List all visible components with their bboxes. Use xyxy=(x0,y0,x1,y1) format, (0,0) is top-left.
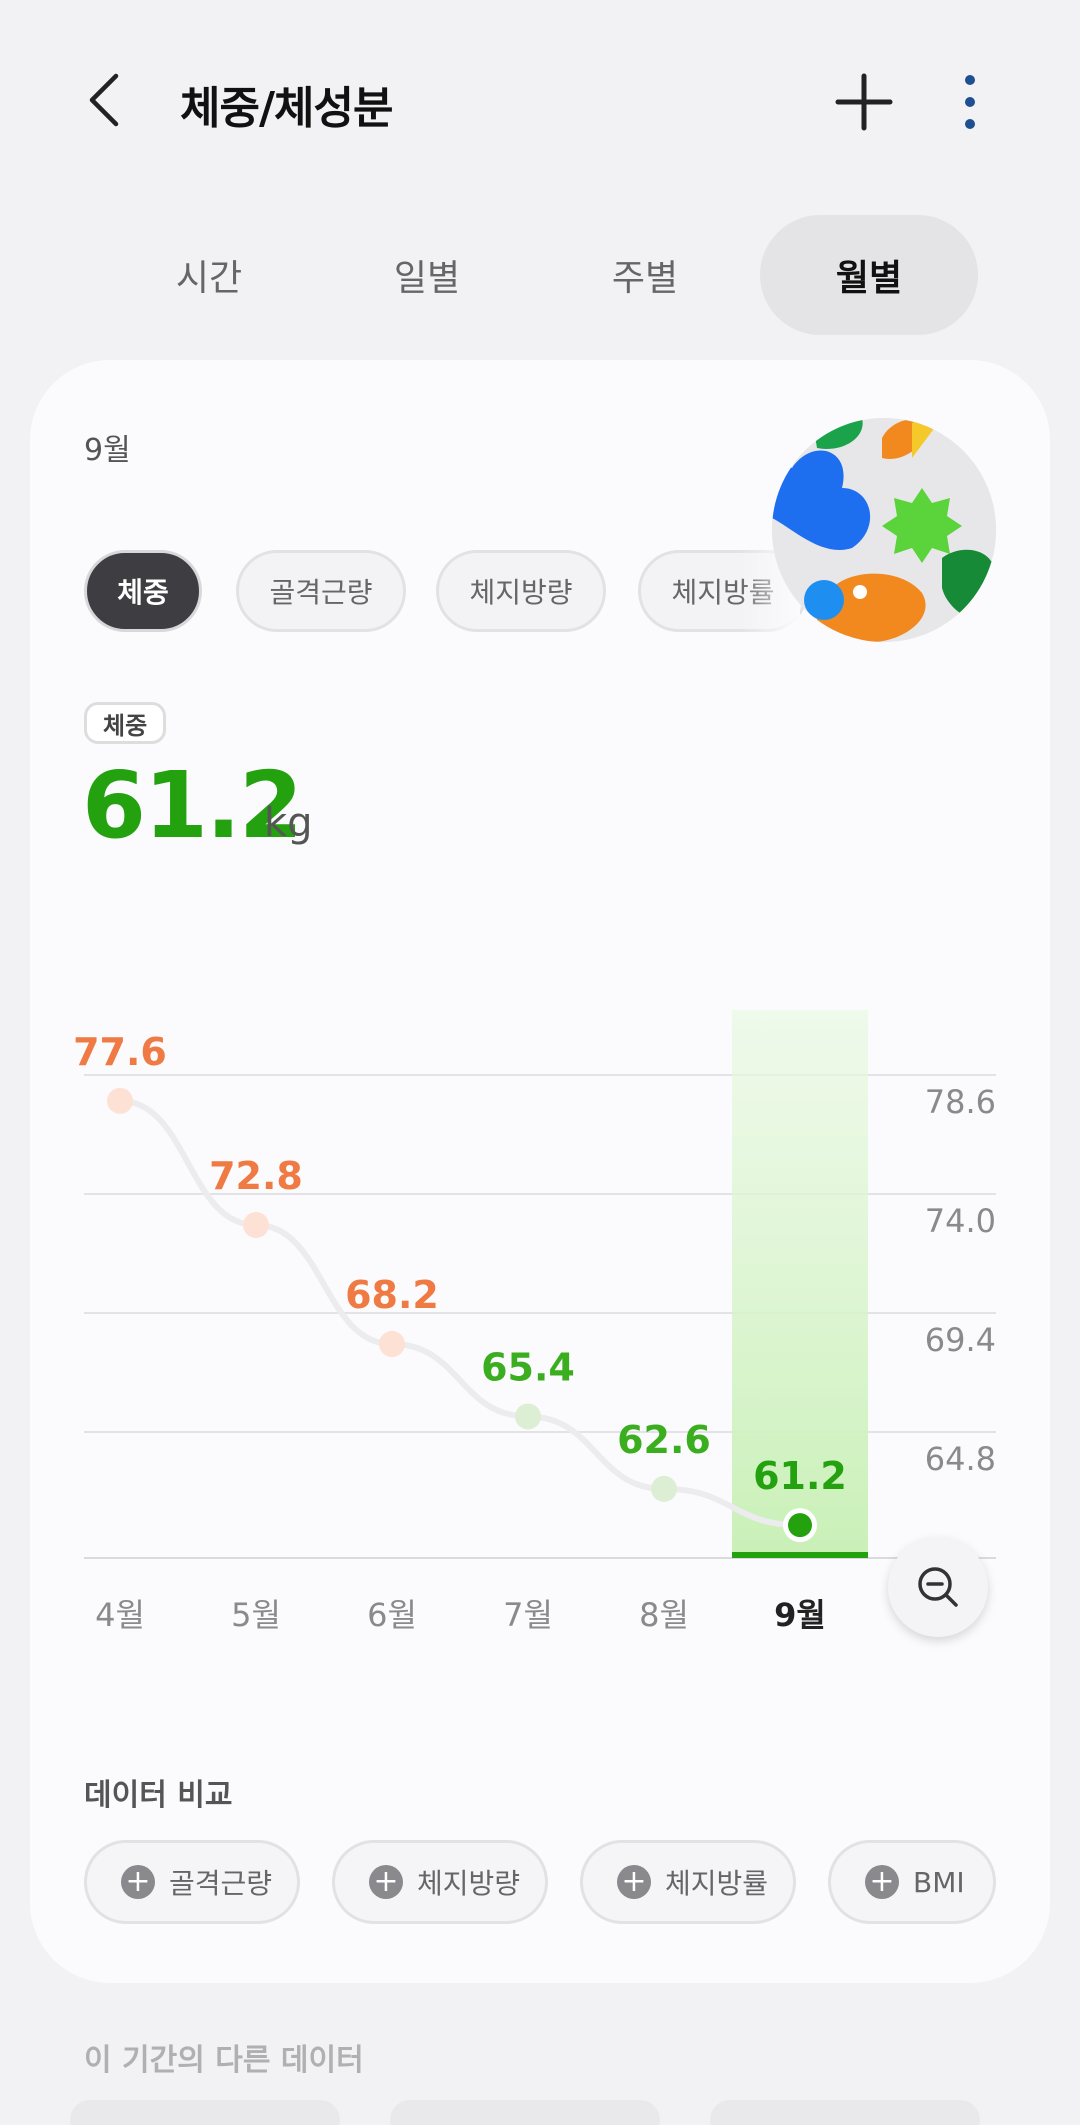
other-data-cards xyxy=(60,2100,1020,2125)
plus-circle-icon: + xyxy=(617,1865,651,1899)
metric-chips: 체중 골격근량 체지방량 체지방률 xyxy=(84,550,804,634)
more-vertical-icon[interactable] xyxy=(950,70,990,134)
compare-chip-skeletal-muscle[interactable]: + 골격근량 xyxy=(84,1840,300,1924)
plus-circle-icon: + xyxy=(121,1865,155,1899)
metric-badge: 체중 xyxy=(84,702,167,744)
page-title: 체중/체성분 xyxy=(180,83,393,134)
tab-daily[interactable]: 일별 xyxy=(318,215,536,335)
compare-chip-body-fat-mass[interactable]: + 체지방량 xyxy=(332,1840,548,1924)
compare-chip-label: 체지방량 xyxy=(417,1867,521,1900)
profile-avatar[interactable] xyxy=(772,418,996,642)
zoom-out-button[interactable] xyxy=(888,1537,988,1637)
other-data-section-title: 이 기간의 다른 데이터 xyxy=(84,2043,364,2078)
chevron-left-icon[interactable] xyxy=(78,70,138,130)
weight-unit: kg xyxy=(264,800,313,846)
plus-circle-icon: + xyxy=(865,1865,899,1899)
chip-body-fat-mass[interactable]: 체지방량 xyxy=(436,550,606,632)
chip-skeletal-muscle[interactable]: 골격근량 xyxy=(236,550,406,632)
zoom-out-icon xyxy=(918,1567,958,1607)
plus-circle-icon: + xyxy=(369,1865,403,1899)
compare-chip-label: BMI xyxy=(913,1865,965,1899)
tab-weekly[interactable]: 주별 xyxy=(536,215,754,335)
compare-chip-label: 골격근량 xyxy=(169,1867,273,1900)
compare-chip-body-fat-percent[interactable]: + 체지방률 xyxy=(580,1840,796,1924)
compare-section-title: 데이터 비교 xyxy=(84,1778,233,1813)
compare-chip-label: 체지방률 xyxy=(665,1867,769,1900)
app-header: 체중/체성분 xyxy=(0,0,1080,200)
tab-hour[interactable]: 시간 xyxy=(100,215,318,335)
chip-weight[interactable]: 체중 xyxy=(84,550,202,632)
period-label: 9월 xyxy=(84,433,131,468)
compare-chip-bmi[interactable]: + BMI xyxy=(828,1840,996,1924)
plus-icon[interactable] xyxy=(832,70,896,134)
period-tabs: 시간 일별 주별 월별 xyxy=(100,215,980,335)
tab-monthly[interactable]: 월별 xyxy=(760,215,978,335)
